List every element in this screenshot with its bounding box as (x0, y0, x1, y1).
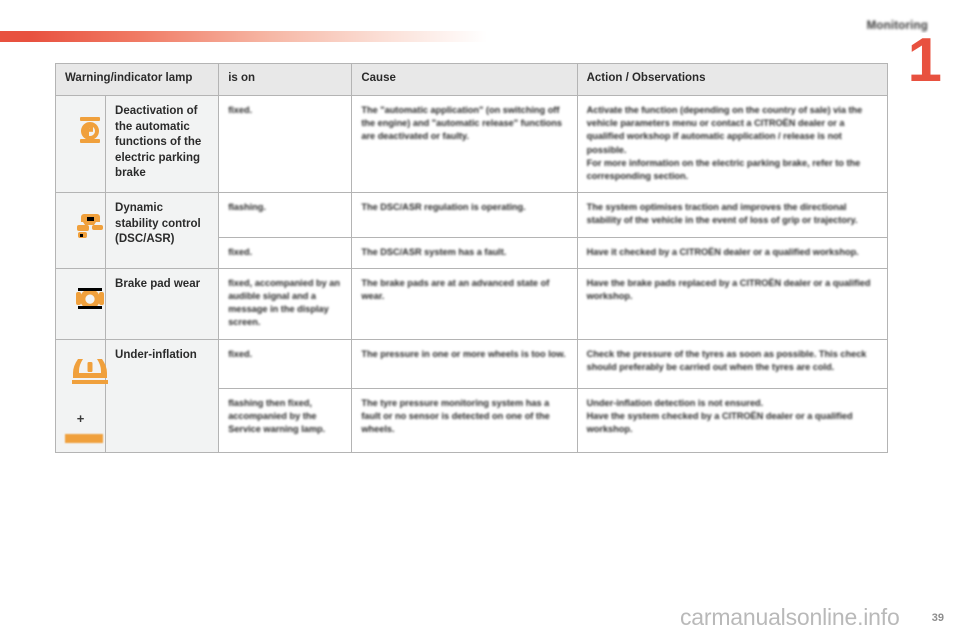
is-on-cell: flashing then fixed, accompanied by the … (218, 387, 353, 453)
column-header-is-on: is on (218, 63, 353, 96)
action-cell: Have the brake pads replaced by a CITROË… (576, 267, 889, 340)
cause-cell: The pressure in one or more wheels is to… (351, 338, 578, 389)
page-number: 39 (931, 612, 944, 624)
cause-cell: The tyre pressure monitoring system has … (351, 387, 578, 453)
plus-separator-icon: + (76, 410, 85, 426)
column-header-action-observations: Action / Observations (576, 63, 889, 96)
cause-cell: The DSC/ASR system has a fault. (351, 236, 578, 269)
table-body: Deactivation of the automatic functions … (54, 94, 889, 453)
table-row: Brake pad wear fixed, accompanied by an … (54, 267, 889, 340)
cause-cell: The DSC/ASR regulation is operating. (351, 192, 578, 238)
action-cell: The system optimises traction and improv… (576, 192, 889, 238)
warning-lamp-label: Deactivation of the automatic functions … (105, 94, 220, 194)
warning-lamp-table-wrapper: Warning/indicator lamp is on Cause Actio… (54, 63, 889, 453)
is-on-cell: fixed, accompanied by an audible signal … (218, 267, 353, 340)
table-row: Deactivation of the automatic functions … (54, 94, 889, 194)
warning-lamp-icon-cell (54, 267, 107, 340)
is-on-cell: fixed. (218, 94, 353, 194)
action-cell: Activate the function (depending on the … (576, 94, 889, 194)
warning-lamp-label: Brake pad wear (105, 267, 220, 340)
cause-cell: The "automatic application" (on switchin… (351, 94, 578, 194)
warning-lamp-icon-cell (54, 192, 107, 269)
warning-lamp-table: Warning/indicator lamp is on Cause Actio… (54, 63, 889, 453)
header-accent-bar (0, 31, 487, 42)
column-header-warning-indicator-lamp: Warning/indicator lamp (54, 63, 220, 96)
table-row: + Under-inflation fixed. The pressure in… (54, 338, 889, 453)
table-header-row: Warning/indicator lamp is on Cause Actio… (54, 63, 889, 96)
service-warning-lamp-icon (65, 433, 103, 443)
action-cell: Under-inflation detection is not ensured… (576, 387, 889, 453)
warning-lamp-label: Under-inflation (105, 338, 220, 453)
warning-lamp-label: Dynamic stability control (DSC/ASR) (105, 192, 220, 269)
warning-lamp-icon-cell: + (54, 338, 108, 453)
action-cell: Check the pressure of the tyres as soon … (576, 338, 889, 389)
site-watermark: carmanualsonline.info (680, 604, 900, 630)
table-header: Warning/indicator lamp is on Cause Actio… (54, 63, 889, 96)
cause-cell: The brake pads are at an advanced state … (351, 267, 578, 340)
is-on-cell: fixed. (218, 236, 353, 269)
chapter-number: 1 (907, 26, 942, 95)
column-header-cause: Cause (351, 63, 578, 96)
action-cell: Have it checked by a CITROËN dealer or a… (576, 236, 889, 269)
is-on-cell: fixed. (218, 338, 353, 389)
is-on-cell: flashing. (218, 192, 353, 238)
table-row: Dynamic stability control (DSC/ASR) flas… (54, 192, 889, 269)
warning-lamp-icon-cell (54, 94, 107, 194)
